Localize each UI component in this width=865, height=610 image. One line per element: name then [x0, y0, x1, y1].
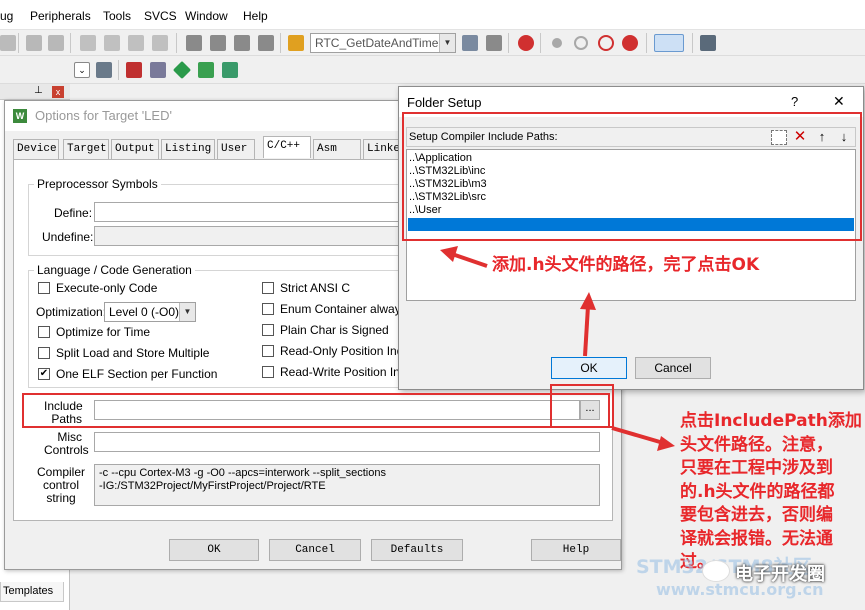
arrow-to-note-head	[657, 436, 675, 451]
annotation-line-4: 的.h头文件的路径都	[680, 481, 835, 502]
annotation-line-6: 译就会报错。无法通	[680, 528, 833, 549]
arrow-to-ok-head	[580, 292, 596, 310]
annotation-right: 点击IncludePath添加 头文件路径。注意， 只要在工程中涉及到 的.h头…	[680, 410, 862, 575]
arrow-to-list	[451, 252, 488, 268]
arrow-to-note	[611, 426, 661, 444]
arrow-to-ok	[583, 305, 590, 357]
annotation-line-2: 头文件路径。注意，	[680, 434, 833, 455]
arrow-to-list-head	[440, 246, 458, 262]
watermark-brand: 电子开发圈	[735, 564, 825, 585]
annotation-line-5: 要包含进去，否则编	[680, 505, 833, 525]
wechat-icon	[702, 560, 730, 582]
annotation-top: 添加.h头文件的路径，完了点击OK	[492, 255, 760, 275]
annotation-line-3: 只要在工程中涉及到	[680, 458, 833, 478]
annotation-line-1: 点击IncludePath添加	[680, 411, 862, 431]
